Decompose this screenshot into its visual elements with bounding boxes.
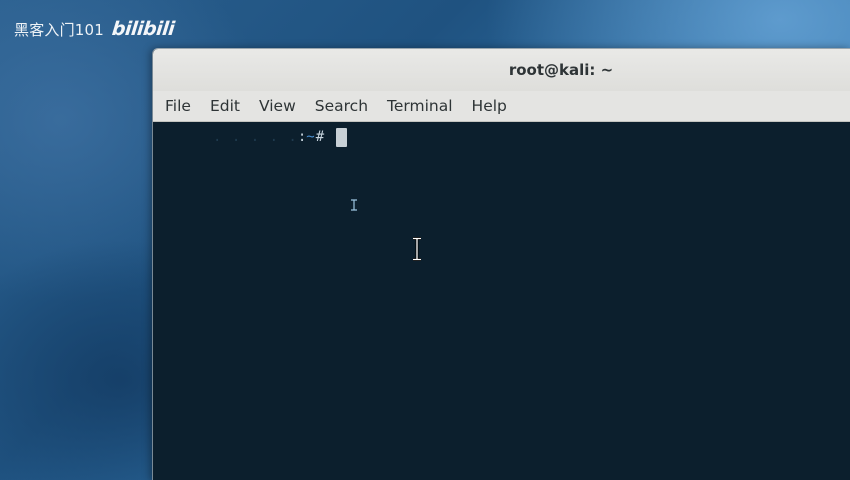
prompt-path: ~ [306,129,315,145]
ibeam-icon [350,196,358,215]
menu-bar: File Edit View Search Terminal Help [153,91,850,122]
terminal-area[interactable]: . . . . . : ~ # [153,122,850,480]
terminal-window[interactable]: root@kali: ~ File Edit View Search Termi… [152,48,850,480]
prompt-separator: : [297,129,307,145]
window-titlebar[interactable]: root@kali: ~ [153,49,850,91]
prompt-user-host: . . . . . [213,129,298,145]
menu-help[interactable]: Help [465,95,514,117]
menu-file[interactable]: File [158,95,198,117]
shell-prompt: . . . . . : ~ # [213,127,348,147]
window-title: root@kali: ~ [508,61,614,79]
prompt-symbol: # [315,129,325,145]
bilibili-logo: bilibili [110,18,176,40]
text-cursor-block [336,127,348,147]
menu-edit[interactable]: Edit [203,95,247,117]
menu-terminal[interactable]: Terminal [380,95,460,117]
ibeam-icon [412,237,422,265]
menu-view[interactable]: View [252,95,303,117]
menu-search[interactable]: Search [308,95,375,117]
channel-name: 黑客入门101 [14,20,105,39]
video-watermark: 黑客入门101 bilibili [14,18,176,40]
